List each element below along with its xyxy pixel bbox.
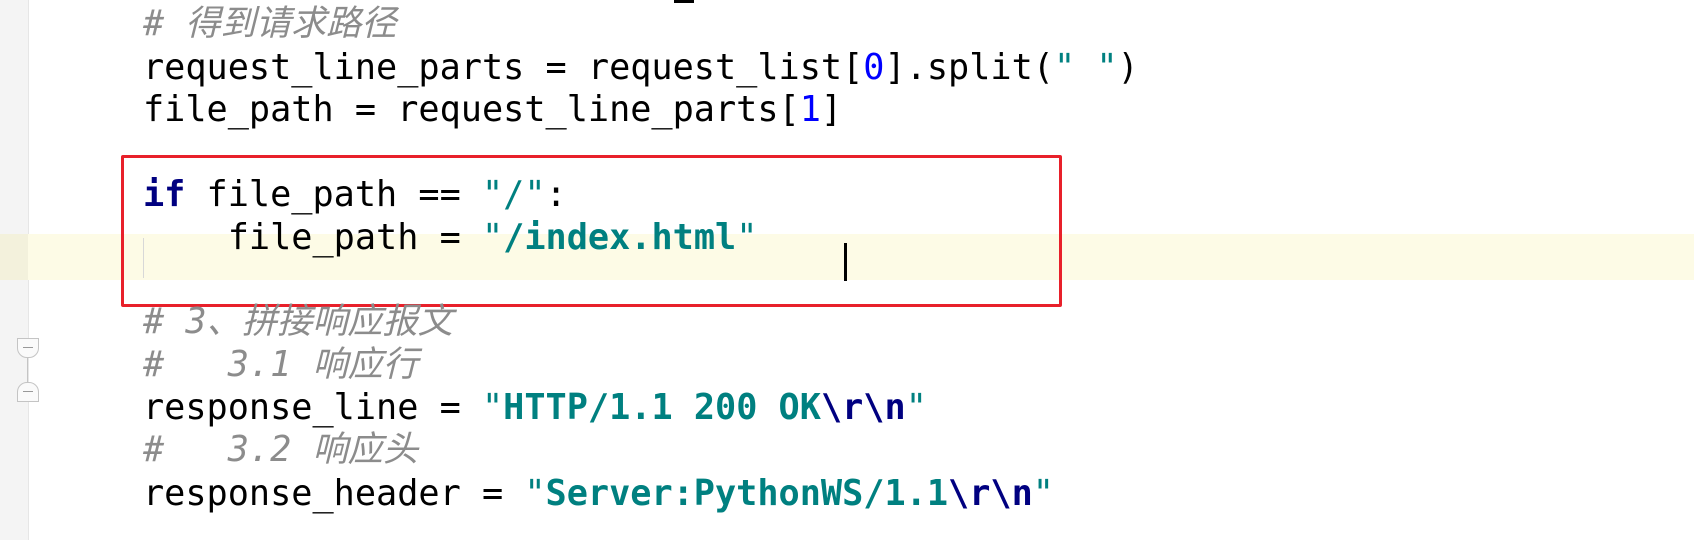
string-literal: " " <box>1053 47 1118 88</box>
string-quote: " <box>524 473 546 514</box>
string-quote: " <box>1032 473 1054 514</box>
escape-sequence: \r\n <box>820 387 906 428</box>
annotation-highlight-box <box>121 155 1062 307</box>
code-line-request-line-parts[interactable]: request_line_parts = request_list[0].spl… <box>143 48 1139 88</box>
code-text: ] <box>820 89 843 130</box>
clipped-line-fragment <box>674 0 694 3</box>
fold-start-icon[interactable] <box>17 338 39 358</box>
code-text: ) <box>1117 47 1139 88</box>
string-quote: " <box>905 387 927 428</box>
code-text: ].split( <box>884 47 1054 88</box>
fold-end-icon[interactable] <box>17 382 39 402</box>
code-line-comment-response-line[interactable]: # 3.1 响应行 <box>143 345 418 385</box>
code-text: response_line = <box>143 387 482 428</box>
gutter-current-line <box>0 234 28 280</box>
code-line-response-line[interactable]: response_line = "HTTP/1.1 200 OK\r\n" <box>143 388 927 428</box>
string-literal: Server:PythonWS/1.1 <box>545 473 949 514</box>
code-text: file_path = request_line_parts[ <box>143 89 800 130</box>
code-line-comment-response-header[interactable]: # 3.2 响应头 <box>143 430 418 470</box>
code-line-comment-concat[interactable]: # 3、拼接响应报文 <box>143 302 453 342</box>
escape-sequence: \r\n <box>948 473 1033 514</box>
string-quote: " <box>481 387 504 428</box>
code-text: response_header = <box>143 473 525 514</box>
code-text: = request_list[ <box>524 47 864 88</box>
identifier: request_line_parts <box>143 47 525 88</box>
number-literal: 0 <box>863 47 885 88</box>
code-line-response-header[interactable]: response_header = "Server:PythonWS/1.1\r… <box>143 474 1054 514</box>
string-literal: HTTP/1.1 200 OK <box>503 387 821 428</box>
number-literal: 1 <box>799 89 821 130</box>
code-line-comment-path[interactable]: # 得到请求路径 <box>143 4 397 44</box>
code-line-file-path[interactable]: file_path = request_line_parts[1] <box>143 90 842 130</box>
fold-connector <box>27 358 28 382</box>
